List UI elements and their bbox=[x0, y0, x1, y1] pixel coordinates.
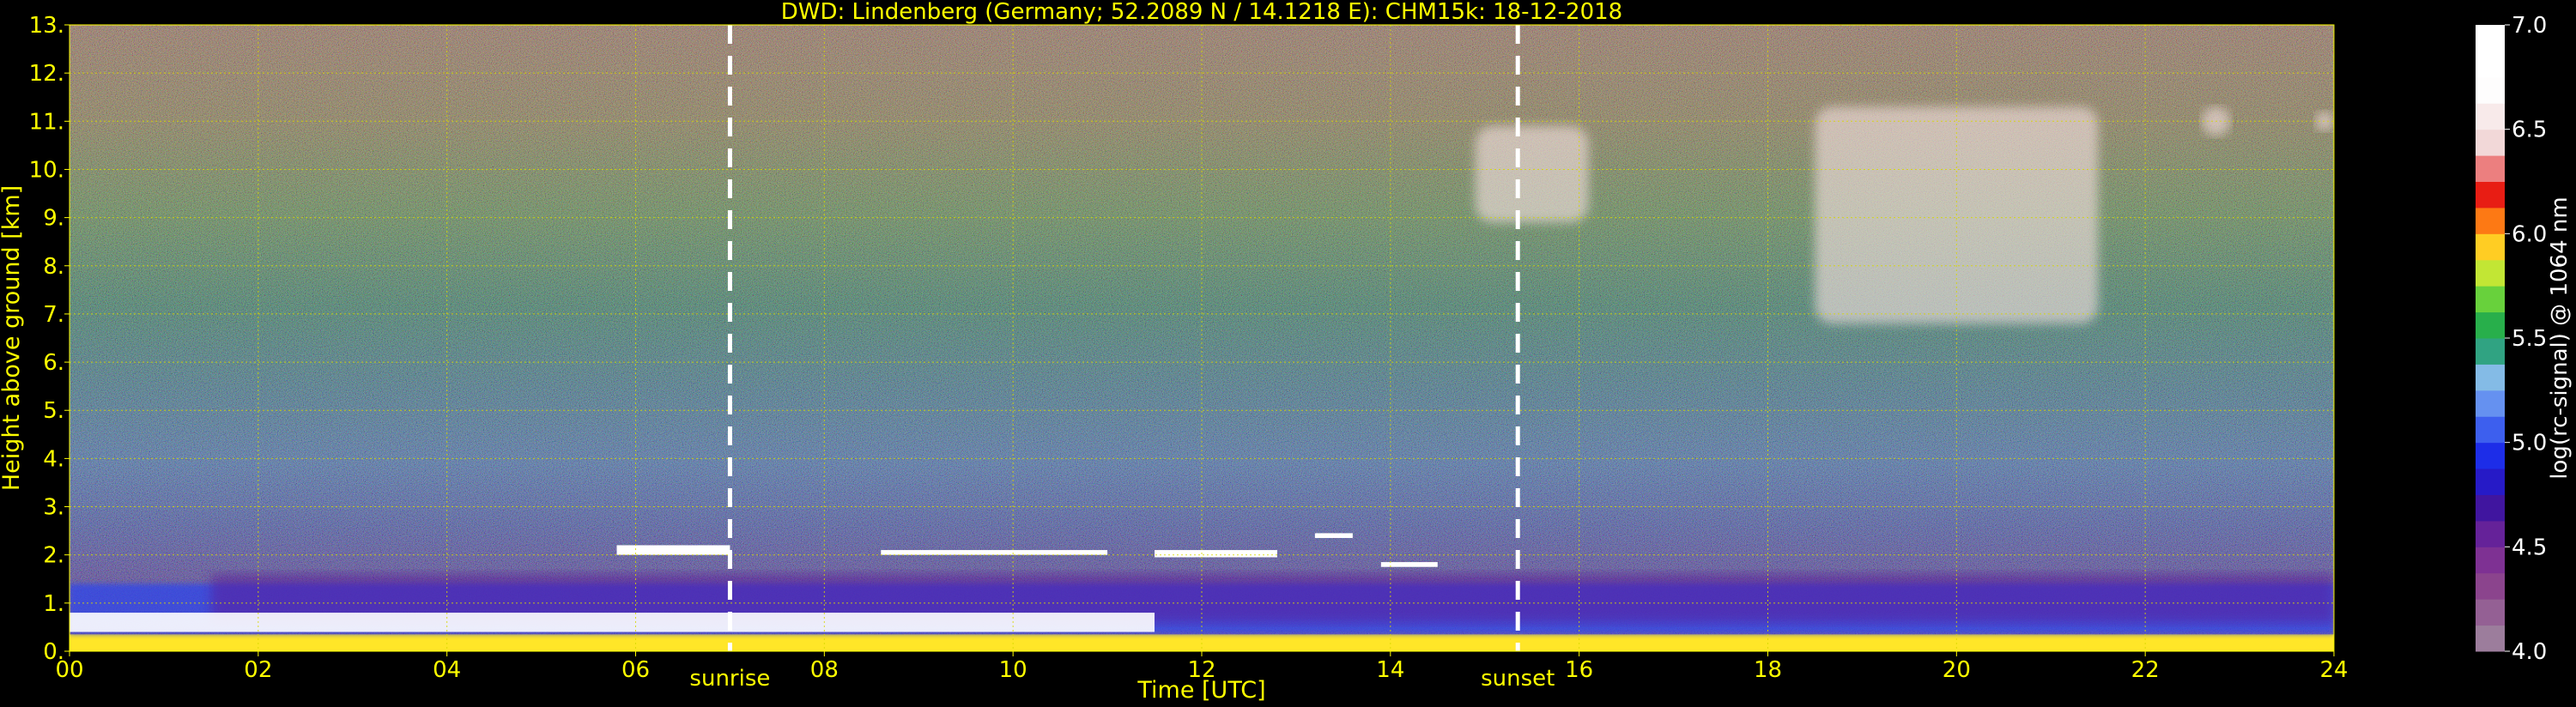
colorbar-segment bbox=[2476, 181, 2505, 208]
y-tick-label: 9. bbox=[43, 206, 64, 232]
y-tick-label: 0. bbox=[43, 639, 64, 665]
layer-low_cloud-5 bbox=[881, 550, 1108, 555]
layer-cirrus-9 bbox=[1475, 125, 1589, 223]
y-tick-label: 4. bbox=[43, 446, 64, 472]
colorbar-tick-label: 6.0 bbox=[2512, 221, 2547, 247]
x-tick-label: 20 bbox=[1943, 657, 1971, 683]
x-tick-label: 10 bbox=[999, 657, 1027, 683]
colorbar-segment bbox=[2476, 259, 2505, 287]
y-tick-label: 1. bbox=[43, 591, 64, 617]
x-tick-label: 04 bbox=[433, 657, 461, 683]
colorbar-segment bbox=[2476, 51, 2505, 78]
colorbar-segment bbox=[2476, 547, 2505, 574]
colorbar-label: log(rc-signal) @ 1064 nm bbox=[2547, 196, 2573, 479]
sunset-label: sunset bbox=[1481, 666, 1555, 692]
x-tick-label: 14 bbox=[1376, 657, 1404, 683]
colorbar-segment bbox=[2476, 572, 2505, 600]
colorbar-segment bbox=[2476, 520, 2505, 547]
x-tick-label: 18 bbox=[1754, 657, 1782, 683]
colorbar-tick-label: 4.5 bbox=[2512, 535, 2547, 560]
colorbar-tick-label: 7.0 bbox=[2512, 13, 2547, 39]
colorbar-segment bbox=[2476, 129, 2505, 156]
x-axis-label: Time [UTC] bbox=[1136, 677, 1265, 704]
layer-low_cloud-4 bbox=[616, 545, 730, 555]
y-tick-label: 12. bbox=[29, 61, 64, 87]
colorbar-segment bbox=[2476, 311, 2505, 339]
x-tick-label: 08 bbox=[810, 657, 839, 683]
colorbar-segment bbox=[2476, 625, 2505, 652]
y-tick-label: 6. bbox=[43, 350, 64, 376]
colorbar-segment bbox=[2476, 494, 2505, 522]
y-tick-label: 2. bbox=[43, 543, 64, 569]
layer-cirrus-12 bbox=[2315, 112, 2334, 131]
colorbar-segment bbox=[2476, 599, 2505, 626]
colorbar-segment bbox=[2476, 233, 2505, 261]
plot-area bbox=[69, 24, 2335, 652]
colorbar-segment bbox=[2476, 416, 2505, 444]
y-tick-label: 13. bbox=[29, 13, 64, 39]
x-tick-label: 16 bbox=[1565, 657, 1593, 683]
y-axis-label: Height above ground [km] bbox=[0, 185, 25, 491]
colorbar-segment bbox=[2476, 25, 2505, 51]
sunrise-label: sunrise bbox=[689, 666, 770, 692]
y-tick-label: 11. bbox=[29, 109, 64, 135]
colorbar: 4.0 4.5 5.0 5.5 6.0 6.5 7.0 bbox=[2476, 13, 2547, 665]
colorbar-segment bbox=[2476, 338, 2505, 365]
x-tick-label: 24 bbox=[2319, 657, 2348, 683]
x-tick-label: 06 bbox=[621, 657, 650, 683]
colorbar-segment bbox=[2476, 286, 2505, 313]
y-tick-label: 8. bbox=[43, 254, 64, 280]
colorbar-segment bbox=[2476, 155, 2505, 182]
ceilometer-chart: 00 02 04 06 08 10 12 14 16 18 20 22 24sunrise sunset … bbox=[0, 0, 2573, 704]
y-tick-label: 7. bbox=[43, 302, 64, 328]
layer-stratocumulus-3 bbox=[70, 613, 1155, 632]
y-axis: 0. 1. 2. 3. 4. 5. 6. 7. 8. 9. 10. 11. 12. 13. bbox=[29, 13, 70, 665]
colorbar-segment bbox=[2476, 442, 2505, 469]
colorbar-segment bbox=[2476, 76, 2505, 104]
colorbar-segment bbox=[2476, 364, 2505, 391]
y-tick-label: 3. bbox=[43, 495, 64, 521]
layer-low_cloud-6 bbox=[1155, 550, 1277, 558]
colorbar-segment bbox=[2476, 207, 2505, 234]
y-tick-label: 10. bbox=[29, 157, 64, 183]
y-tick-label: 5. bbox=[43, 398, 64, 424]
colorbar-tick-label: 5.5 bbox=[2512, 326, 2547, 352]
colorbar-tick-label: 6.5 bbox=[2512, 118, 2547, 143]
x-tick-label: 02 bbox=[244, 657, 272, 683]
layer-low_cloud-8 bbox=[1380, 562, 1438, 567]
colorbar-segment bbox=[2476, 468, 2505, 495]
x-tick-label: 22 bbox=[2131, 657, 2160, 683]
colorbar-segment bbox=[2476, 390, 2505, 417]
colorbar-tick-label: 4.0 bbox=[2512, 639, 2547, 665]
colorbar-segment bbox=[2476, 103, 2505, 130]
chart-title: DWD: Lindenberg (Germany; 52.2089 N / 14… bbox=[781, 0, 1622, 25]
colorbar-tick-label: 5.0 bbox=[2512, 431, 2547, 456]
layer-low_cloud-7 bbox=[1314, 533, 1353, 539]
